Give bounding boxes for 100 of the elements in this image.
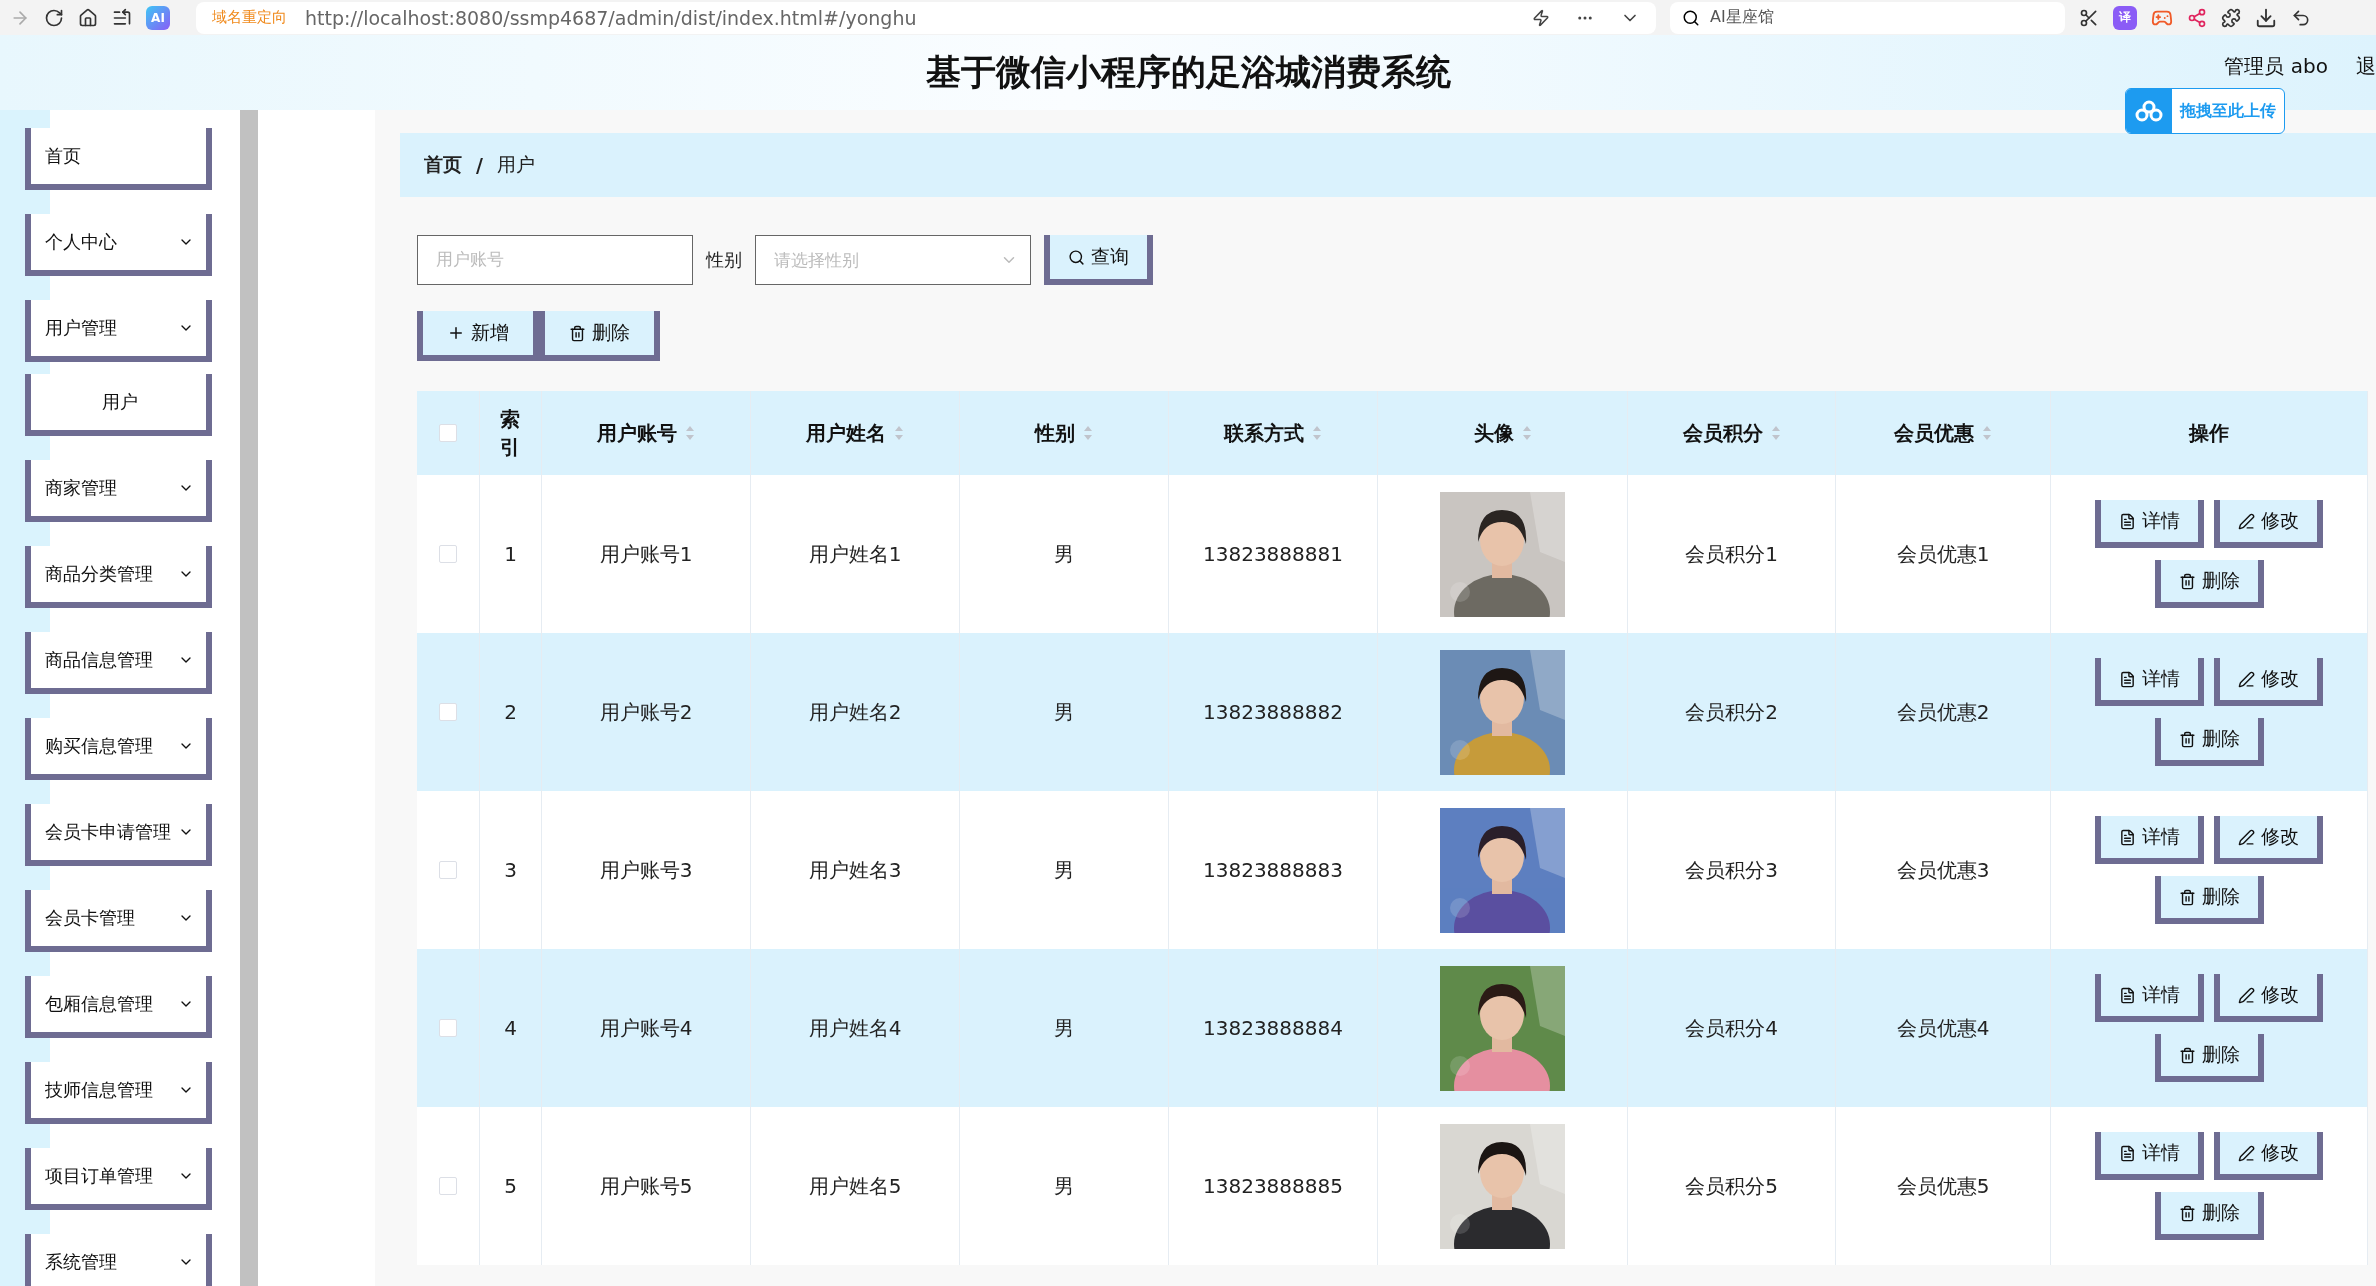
- scrollbar[interactable]: [240, 110, 258, 1286]
- trash-icon: [569, 324, 586, 342]
- table-cell: 男: [1054, 540, 1074, 568]
- document-icon: [2119, 670, 2136, 688]
- undo-icon[interactable]: [2291, 7, 2311, 28]
- menu-item[interactable]: 会员卡管理: [25, 890, 212, 952]
- detail-button[interactable]: 详情: [2095, 500, 2204, 548]
- edit-button[interactable]: 修改: [2214, 816, 2323, 864]
- trash-icon: [2178, 730, 2196, 748]
- menu-item[interactable]: 系统管理: [25, 1234, 212, 1286]
- delete-button[interactable]: 删除: [2154, 1034, 2264, 1082]
- table-cell: 用户账号4: [599, 1014, 693, 1042]
- table-cell: 男: [1054, 1014, 1074, 1042]
- column-header: 索引: [500, 406, 521, 461]
- pen-icon: [2238, 986, 2255, 1004]
- menu-item[interactable]: 用户管理: [25, 300, 212, 362]
- row-checkbox[interactable]: [439, 861, 457, 879]
- edit-button[interactable]: 修改: [2214, 500, 2323, 548]
- delete-button[interactable]: 删除: [2154, 1192, 2264, 1240]
- sort-icon[interactable]: [1312, 424, 1322, 442]
- address-bar[interactable]: 域名重定向 http://localhost:8080/ssmp4687/admin/dist/index.html#/yonghu: [196, 1, 1656, 34]
- sort-icon[interactable]: [685, 424, 695, 442]
- row-checkbox[interactable]: [439, 545, 457, 563]
- menu-item[interactable]: 会员卡申请管理: [25, 804, 212, 866]
- sort-icon[interactable]: [1770, 424, 1781, 442]
- breadcrumb-link[interactable]: 首页: [424, 152, 462, 178]
- table-cell: 用户姓名1: [808, 540, 902, 568]
- menu-item[interactable]: 个人中心: [25, 214, 212, 276]
- table-cell: 用户姓名3: [808, 856, 902, 884]
- trash-icon: [2178, 572, 2196, 590]
- search-icon: [1068, 248, 1085, 266]
- sort-icon[interactable]: [894, 424, 904, 442]
- puzzle-icon[interactable]: [2221, 7, 2241, 28]
- trash-icon: [2178, 1204, 2196, 1222]
- edit-button[interactable]: 修改: [2214, 658, 2323, 706]
- logout-link[interactable]: 退: [2356, 53, 2376, 80]
- sort-icon[interactable]: [1982, 424, 1992, 442]
- reload-icon[interactable]: [44, 7, 64, 28]
- breadcrumb-link[interactable]: 用户: [496, 152, 535, 178]
- menu-item[interactable]: 商品信息管理: [25, 632, 212, 694]
- detail-button[interactable]: 详情: [2095, 816, 2204, 864]
- menu-item[interactable]: 项目订单管理: [25, 1148, 212, 1210]
- menu-item[interactable]: 商品分类管理: [25, 546, 212, 608]
- sort-icon[interactable]: [1083, 424, 1093, 442]
- table-cell: 会员积分5: [1685, 1172, 1778, 1200]
- pen-icon: [2238, 828, 2255, 846]
- table-cell: 2: [504, 700, 517, 724]
- table-cell: 会员积分2: [1685, 698, 1778, 726]
- detail-button[interactable]: 详情: [2095, 1132, 2204, 1180]
- delete-button[interactable]: 删除: [2154, 560, 2264, 608]
- table-cell: 会员积分4: [1685, 1014, 1778, 1042]
- table-cell: 5: [504, 1174, 517, 1198]
- menu-item[interactable]: 购买信息管理: [25, 718, 212, 780]
- edit-button[interactable]: 修改: [2214, 974, 2323, 1022]
- select-all-checkbox[interactable]: [439, 424, 457, 442]
- pen-icon: [2238, 670, 2255, 688]
- scissors-icon[interactable]: [2079, 7, 2099, 28]
- menu-item[interactable]: 技师信息管理: [25, 1062, 212, 1124]
- table-cell: 用户账号2: [599, 698, 693, 726]
- favorites-icon[interactable]: [112, 7, 132, 28]
- table-cell: 3: [504, 858, 517, 882]
- menu-item[interactable]: 商家管理: [25, 460, 212, 522]
- add-button[interactable]: 新增: [417, 311, 539, 361]
- delete-button[interactable]: 删除: [2154, 718, 2264, 766]
- menu-item[interactable]: 包厢信息管理: [25, 976, 212, 1038]
- delete-button[interactable]: 删除: [2154, 876, 2264, 924]
- document-icon: [2119, 512, 2136, 530]
- page-title: 基于微信小程序的足浴城消费系统: [925, 51, 1451, 94]
- breadcrumb-separator: /: [476, 154, 483, 176]
- menu-item[interactable]: 首页: [25, 128, 212, 190]
- column-header: 性别: [1035, 419, 1075, 447]
- table-cell: 用户账号3: [599, 856, 693, 884]
- document-icon: [2119, 828, 2136, 846]
- row-checkbox[interactable]: [439, 1177, 457, 1195]
- edit-button[interactable]: 修改: [2214, 1132, 2323, 1180]
- lightning-icon[interactable]: [1532, 8, 1550, 27]
- column-header: 会员积分: [1682, 419, 1763, 447]
- table-cell: 用户姓名2: [808, 698, 902, 726]
- search-button[interactable]: 查询: [1044, 235, 1153, 285]
- account-field[interactable]: 用户账号: [417, 235, 693, 285]
- table-cell: 13823888882: [1203, 700, 1343, 724]
- search-field[interactable]: AI星座馆: [1670, 1, 2065, 34]
- cloud-icon: [2135, 100, 2163, 122]
- table-cell: 会员优惠2: [1896, 698, 1990, 726]
- table-cell: 会员优惠4: [1896, 1014, 1990, 1042]
- gender-label: 性别: [706, 248, 742, 272]
- home-icon[interactable]: [78, 7, 98, 28]
- detail-button[interactable]: 详情: [2095, 974, 2204, 1022]
- sort-icon[interactable]: [1521, 424, 1532, 442]
- nodes-icon[interactable]: [2187, 7, 2207, 28]
- detail-button[interactable]: 详情: [2095, 658, 2204, 706]
- download-icon[interactable]: [2255, 6, 2277, 29]
- column-header: 头像: [1473, 419, 1514, 447]
- table-cell: 13823888885: [1203, 1174, 1343, 1198]
- table-cell: 用户账号5: [599, 1172, 693, 1200]
- delete-button[interactable]: 删除: [539, 311, 660, 361]
- row-checkbox[interactable]: [439, 703, 457, 721]
- submenu-item[interactable]: 用户: [25, 374, 212, 436]
- translate-icon[interactable]: 译: [2113, 5, 2137, 30]
- row-checkbox[interactable]: [439, 1019, 457, 1037]
